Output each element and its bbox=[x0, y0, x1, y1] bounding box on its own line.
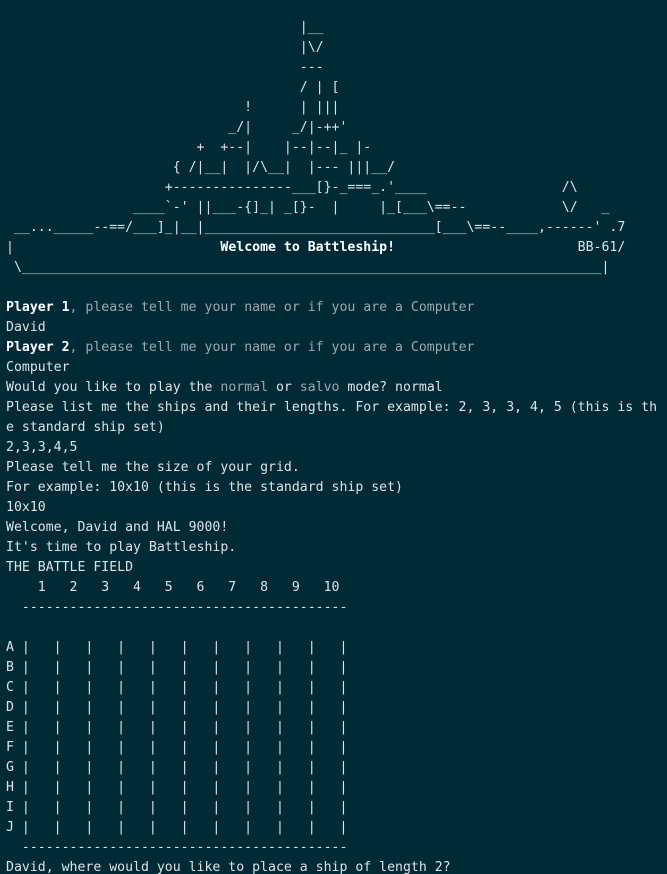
log-text: Please tell me the size of your grid. bbox=[6, 460, 300, 475]
log-line: Computer bbox=[6, 358, 667, 378]
banner-line: __..._____--==/___]_|__|________________… bbox=[6, 220, 626, 235]
log-text: 10x10 bbox=[6, 500, 46, 515]
log-text: , please tell me your name or if you are… bbox=[69, 300, 475, 315]
banner-line: ____`-' ||___-{]_| _[}- | |_[___\==-- \/… bbox=[6, 200, 610, 215]
log-line: 2,3,3,4,5 bbox=[6, 438, 667, 458]
terminal-window[interactable]: |__ |\/ --- / | [ ! | ||| _/| _/|-++' + … bbox=[0, 0, 667, 874]
log-text: , please tell me your name or if you are… bbox=[69, 340, 475, 355]
log-text: Player 2 bbox=[6, 340, 70, 355]
grid-row: D | | | | | | | | | | | bbox=[6, 700, 348, 715]
log-line: 10x10 bbox=[6, 498, 667, 518]
grid-row: I | | | | | | | | | | | bbox=[6, 800, 348, 815]
grid-row: G | | | | | | | | | | | bbox=[6, 760, 348, 775]
grid-column-header: 1 2 3 4 5 6 7 8 9 10 bbox=[6, 580, 340, 595]
banner-line: ! | ||| bbox=[6, 100, 340, 115]
grid-row: J | | | | | | | | | | | bbox=[6, 820, 348, 835]
log-text: It's time to play Battleship. bbox=[6, 540, 237, 555]
log-line: It's time to play Battleship. bbox=[6, 538, 667, 558]
log-line: Please tell me the size of your grid. bbox=[6, 458, 667, 478]
grid-row: A | | | | | | | | | | | bbox=[6, 640, 348, 655]
log-text: THE BATTLE FIELD bbox=[6, 560, 134, 575]
log-line: Please list me the ships and their lengt… bbox=[6, 398, 667, 418]
log-text: salvo bbox=[299, 380, 340, 395]
battle-field-grid: 1 2 3 4 5 6 7 8 9 10 -------------------… bbox=[6, 578, 667, 858]
grid-bottom-rule: ----------------------------------------… bbox=[6, 840, 348, 855]
log-text: Player 1 bbox=[6, 300, 70, 315]
log-text: mode? normal bbox=[339, 380, 443, 395]
grid-row: C | | | | | | | | | | | bbox=[6, 680, 348, 695]
log-line: Welcome, David and HAL 9000! bbox=[6, 518, 667, 538]
log-text: David bbox=[6, 320, 46, 335]
log-text: Please list me the ships and their lengt… bbox=[6, 400, 658, 415]
banner-line: +---------------___[}-_===_.'____ /\ bbox=[6, 180, 578, 195]
grid-row: H | | | | | | | | | | | bbox=[6, 780, 348, 795]
log-text: Would you like to play the bbox=[6, 380, 221, 395]
welcome-title: Welcome to Battleship! bbox=[220, 240, 396, 255]
banner-line: { /|__| |/\__| |--- |||__/ bbox=[6, 160, 396, 175]
log-line: For example: 10x10 (this is the standard… bbox=[6, 478, 667, 498]
log-line: Player 1, please tell me your name or if… bbox=[6, 298, 667, 318]
placement-prompt: David, where would you like to place a s… bbox=[6, 860, 451, 874]
grid-row: B | | | | | | | | | | | bbox=[6, 660, 348, 675]
log-text: 2,3,3,4,5 bbox=[6, 440, 78, 455]
log-text: e standard ship set) bbox=[6, 420, 165, 435]
log-text: normal bbox=[220, 380, 269, 395]
log-text: or bbox=[268, 380, 300, 395]
battleship-ascii-banner: |__ |\/ --- / | [ ! | ||| _/| _/|-++' + … bbox=[6, 0, 667, 278]
log-line: e standard ship set) bbox=[6, 418, 667, 438]
log-line: Player 2, please tell me your name or if… bbox=[6, 338, 667, 358]
log-line: David bbox=[6, 318, 667, 338]
log-text: Computer bbox=[6, 360, 70, 375]
grid-top-rule: ----------------------------------------… bbox=[6, 600, 348, 615]
grid-row: E | | | | | | | | | | | bbox=[6, 720, 348, 735]
log-text: Welcome, David and HAL 9000! bbox=[6, 520, 229, 535]
log-line: THE BATTLE FIELD bbox=[6, 558, 667, 578]
banner-line: \_______________________________________… bbox=[6, 260, 610, 275]
banner-line: |\/ bbox=[6, 40, 324, 55]
banner-line: / | [ bbox=[6, 80, 340, 95]
log-line: Would you like to play the normal or sal… bbox=[6, 378, 667, 398]
banner-line: _/| _/|-++' bbox=[6, 120, 348, 135]
grid-row: F | | | | | | | | | | | bbox=[6, 740, 348, 755]
banner-line: |__ bbox=[6, 20, 324, 35]
log-text: For example: 10x10 (this is the standard… bbox=[6, 480, 403, 495]
banner-line: | Welcome to Battleship! BB-61/ bbox=[6, 240, 626, 255]
banner-line: --- bbox=[6, 60, 324, 75]
banner-line: + +--| |--|--|_ |- bbox=[6, 140, 372, 155]
game-log: Player 1, please tell me your name or if… bbox=[6, 298, 667, 578]
